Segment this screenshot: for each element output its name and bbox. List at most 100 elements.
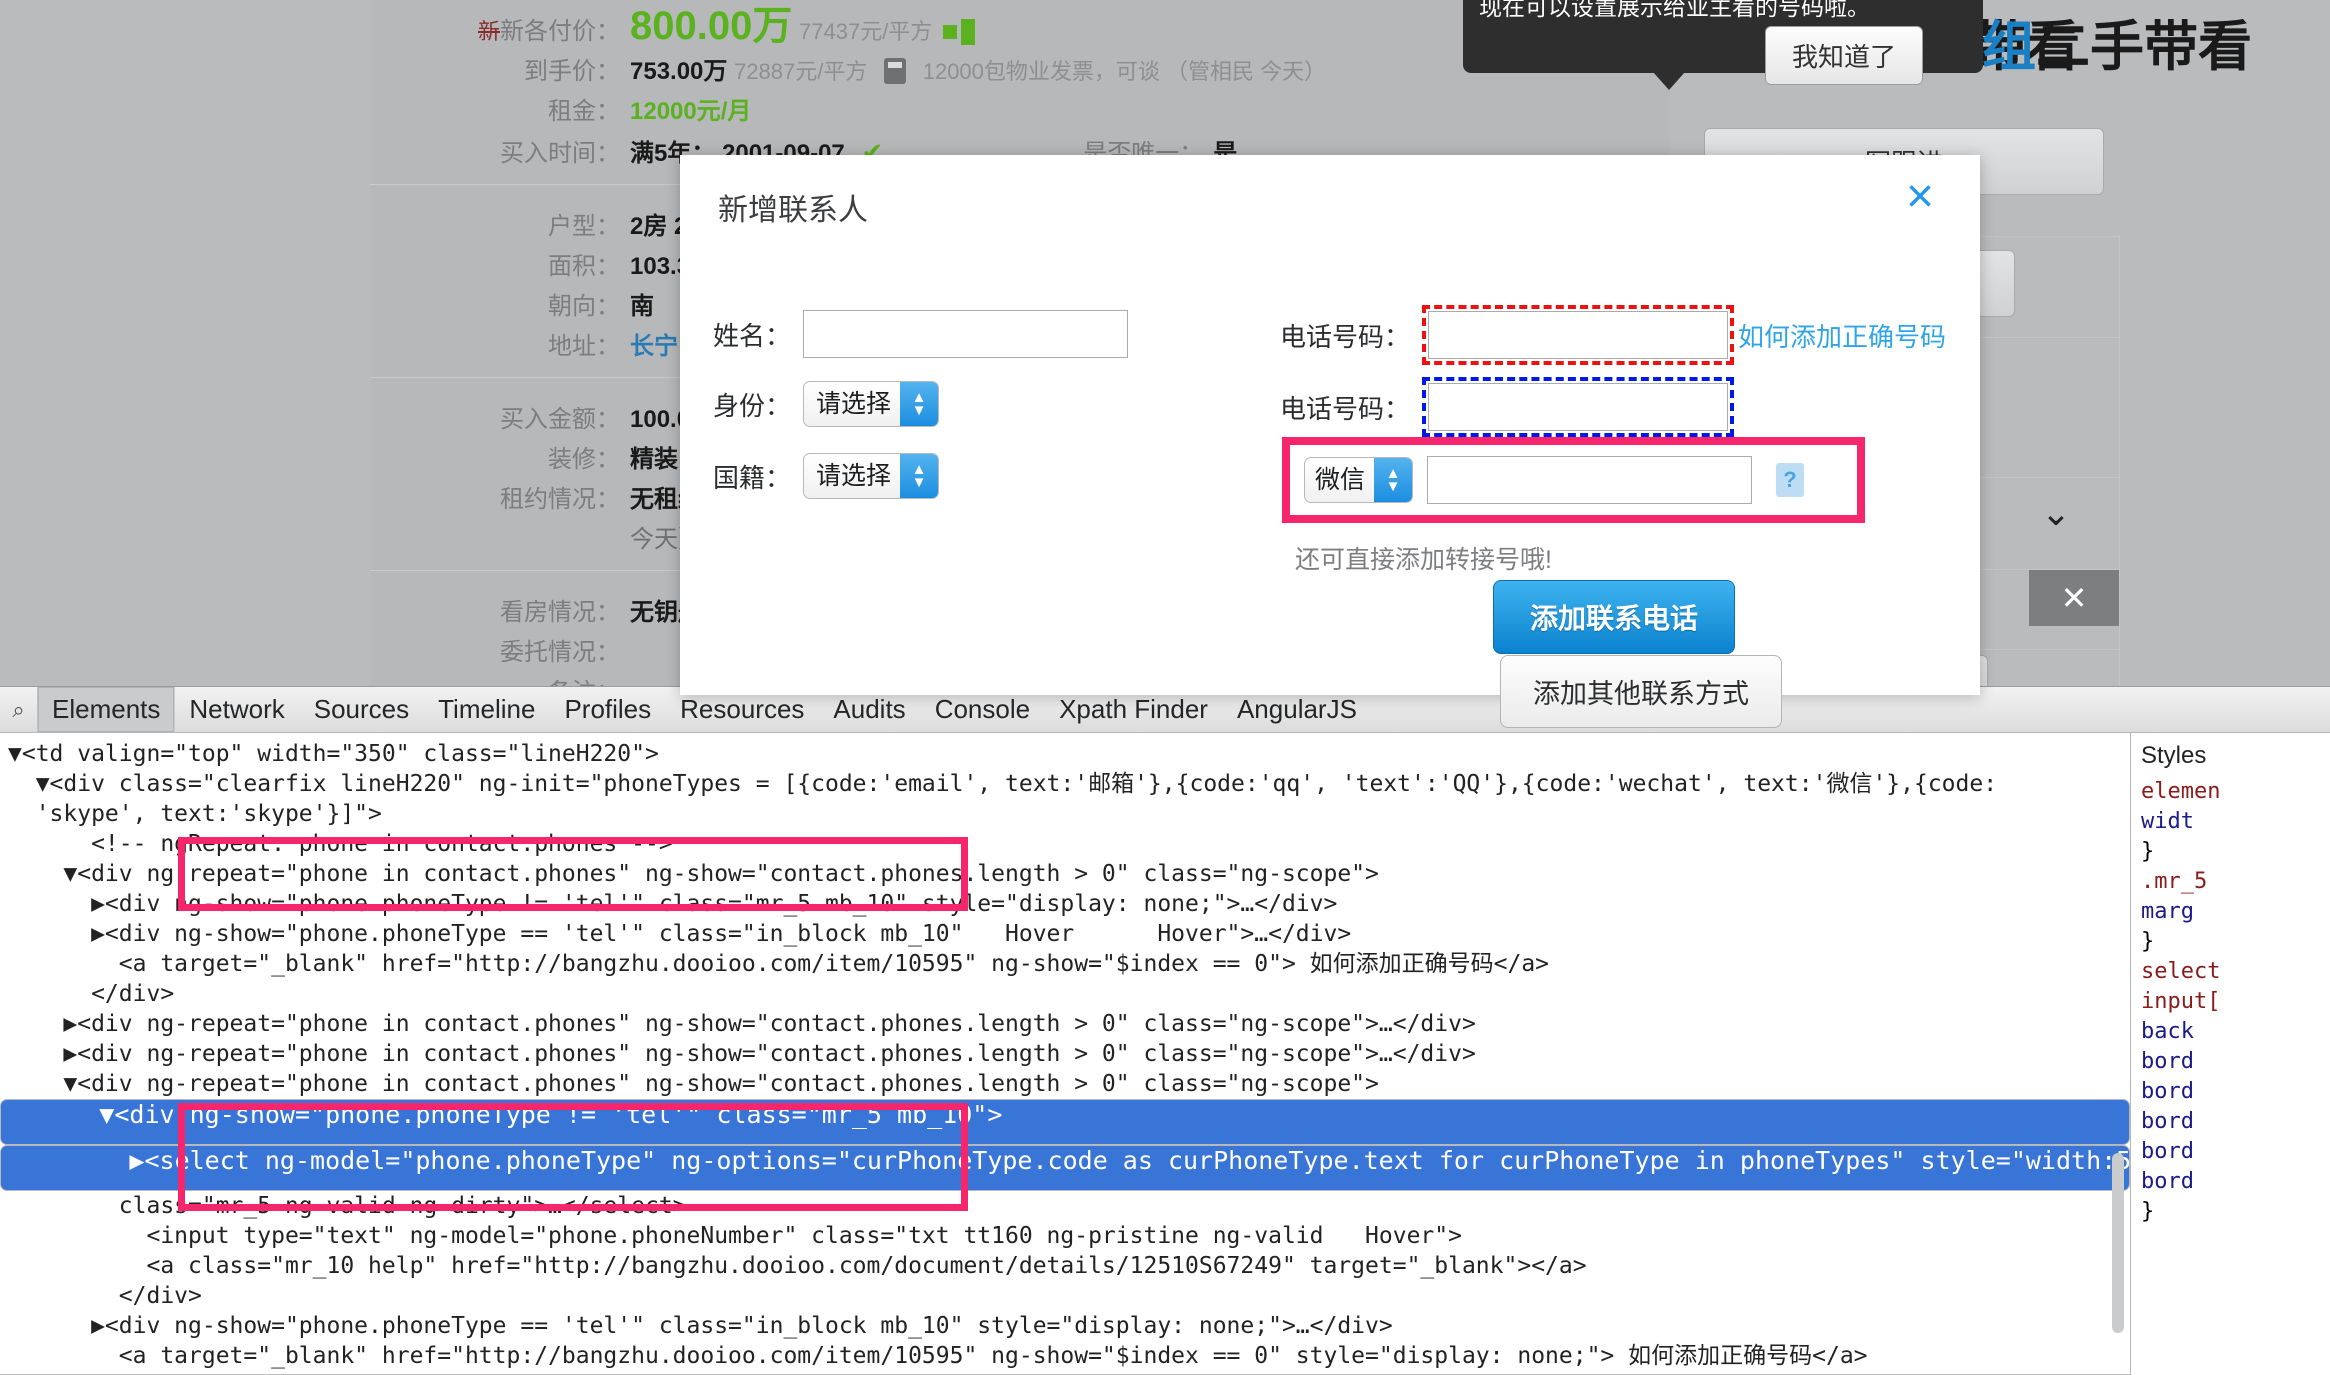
identity-select-wrap: 请选择 ▲ ▼ [803, 381, 940, 427]
blue-dashed-highlight [1422, 377, 1735, 437]
calculator-icon[interactable] [884, 58, 907, 84]
styles-rule-line: bord [2141, 1109, 2194, 1134]
styles-rule-line: } [2141, 839, 2155, 864]
dom-line[interactable]: <a target="_blank" href="http://bangzhu.… [0, 949, 2130, 979]
phone-label-2: 电话号码： [1280, 393, 1411, 424]
styles-rule-line: input[ [2141, 989, 2221, 1014]
row-label: 看房情况： [500, 599, 620, 626]
tab-profiles[interactable]: Profiles [550, 687, 666, 732]
value-text: 800.00万 [630, 4, 793, 48]
nationality-field-row: 国籍： 请选择 ▲ ▼ [713, 453, 940, 499]
dom-line[interactable]: ▼<div ng-repeat="phone in contact.phones… [0, 1069, 2130, 1099]
phone-input-2[interactable] [1428, 383, 1729, 431]
styles-rules-list: elemen widt} .mr_5 marg} select input[ back… [2141, 777, 2320, 1227]
dom-line[interactable]: <!-- ngRepeat: phone in contact.phones -… [0, 829, 2130, 859]
dom-line[interactable]: ▼<td valign="top" width="350" class="lin… [0, 739, 2130, 769]
styles-panel: Styles elemen widt} .mr_5 marg} select inpu… [2130, 733, 2330, 1375]
left-rail [0, 0, 370, 700]
row-label: 地址： [548, 333, 620, 360]
add-other-contact-method-button[interactable]: 添加其他联系方式 [1500, 655, 1782, 728]
styles-rule-line: .mr_5 [2141, 869, 2208, 894]
unit-text: 77437元/平方 [799, 19, 933, 44]
styles-rule-line: bord [2141, 1169, 2194, 1194]
styles-rule-line: elemen [2141, 779, 2221, 804]
dom-tree[interactable]: ▼<td valign="top" width="350" class="lin… [0, 733, 2130, 1375]
dom-line[interactable]: ▼<div class="clearfix lineH220" ng-init=… [0, 769, 2130, 799]
phone-type-select-wrap: 微信 ▲ ▼ [1304, 457, 1413, 503]
dom-line[interactable]: </div> [0, 1371, 2130, 1375]
identity-field-row: 身份： 请选择 ▲ ▼ [713, 381, 940, 427]
row-label: 买入时间： [500, 140, 620, 167]
devtools-body: ▼<td valign="top" width="350" class="lin… [0, 733, 2330, 1375]
transfer-number-hint: 还可直接添加转接号哦! [1295, 546, 1552, 574]
help-question-icon[interactable]: ? [1776, 463, 1804, 497]
dom-line[interactable]: ▶<div ng-show="phone.phoneType != 'tel'"… [0, 889, 2130, 919]
phone-row-2: 电话号码： [1280, 377, 1735, 437]
row-value: 753.00万 72887元/平方 12000包物业发票，可谈 （管相民 今天） [630, 52, 1326, 92]
row-value: 12000元/月 [630, 98, 752, 125]
dom-line[interactable]: </div> [0, 1281, 2130, 1311]
note-text: 12000包物业发票，可谈 （管相民 今天） [922, 59, 1327, 84]
styles-rule-line: } [2141, 929, 2155, 954]
phone-row-1: 电话号码： 如何添加正确号码 [1280, 305, 1946, 365]
red-dashed-highlight [1422, 305, 1735, 365]
identity-label: 身份： [713, 390, 792, 421]
tab-elements[interactable]: Elements [38, 687, 176, 732]
row-label: 买入金额： [500, 406, 620, 433]
dom-line[interactable]: ▶<select ng-model="phone.phoneType" ng-o… [0, 1145, 2130, 1191]
inspect-element-icon[interactable]: ⌕ [0, 687, 38, 732]
dom-line[interactable]: <a target="_blank" href="http://bangzhu.… [0, 1341, 2130, 1371]
close-icon[interactable]: ✕ [2029, 570, 2119, 626]
dom-line[interactable]: ▶<div ng-show="phone.phoneType == 'tel'"… [0, 919, 2130, 949]
label-text: 新各付价： [500, 18, 620, 45]
row-value: 南 [630, 293, 654, 320]
row-label: 朝向： [548, 293, 620, 320]
unit-text: 72887元/平方 [734, 59, 868, 84]
dom-line[interactable]: 'skype', text:'skype'}]"> [0, 799, 2130, 829]
phone-label-1: 电话号码： [1280, 321, 1411, 352]
styles-rule-line: } [2141, 1199, 2155, 1224]
chevron-down-icon[interactable]: ⌄ [2041, 492, 2071, 534]
pink-highlight-box: 微信 ▲ ▼ ? [1282, 437, 1865, 523]
styles-panel-header: Styles [2141, 742, 2207, 769]
add-contact-phone-button[interactable]: 添加联系电话 [1493, 580, 1736, 654]
dom-line[interactable]: ▼<div ng-show="phone.phoneType != 'tel'"… [0, 1099, 2130, 1145]
dom-line[interactable]: ▶<div ng-repeat="phone in contact.phones… [0, 1009, 2130, 1039]
close-icon[interactable]: × [1906, 173, 1950, 221]
nationality-select-wrap: 请选择 ▲ ▼ [803, 453, 940, 499]
styles-rule-line: select [2141, 959, 2221, 984]
dom-line[interactable]: </div> [0, 979, 2130, 1009]
styles-rule-line: bord [2141, 1079, 2194, 1104]
styles-rule-line: widt [2141, 809, 2194, 834]
row-value: 精装 [630, 446, 678, 473]
row-label: 租金： [548, 98, 620, 125]
name-input[interactable] [803, 310, 1129, 358]
devtools-panel: ⌕ Elements Network Sources Timeline Prof… [0, 686, 2330, 1375]
phone-input-1[interactable] [1428, 311, 1729, 359]
dom-line[interactable]: class="mr_5 ng-valid ng-dirty">…</select… [0, 1191, 2130, 1221]
dom-line[interactable]: ▼<div ng-repeat="phone in contact.phones… [0, 859, 2130, 889]
phone-type-select[interactable]: 微信 [1304, 457, 1413, 503]
tab-network[interactable]: Network [175, 687, 299, 732]
tab-sources[interactable]: Sources [300, 687, 424, 732]
dom-tree-scrollbar[interactable] [2112, 1153, 2124, 1333]
wechat-input[interactable] [1427, 456, 1752, 504]
dom-line[interactable]: ▶<div ng-repeat="phone in contact.phones… [0, 1039, 2130, 1069]
how-to-add-number-link[interactable]: 如何添加正确号码 [1738, 317, 1946, 354]
row-label: 户型： [548, 213, 620, 240]
modal-title: 新增联系人 [718, 194, 868, 227]
dom-line[interactable]: <input type="text" ng-model="phone.phone… [0, 1221, 2130, 1251]
row-label: 到手价： [524, 58, 620, 85]
row-label: 租约情况： [500, 486, 620, 513]
row-value: 800.00万 77437元/平方 [630, 6, 975, 52]
badge-new: 新 [477, 19, 500, 44]
nationality-select[interactable]: 请选择 [803, 453, 940, 499]
styles-rule-line: marg [2141, 899, 2194, 924]
identity-select[interactable]: 请选择 [803, 381, 940, 427]
dom-line[interactable]: ▶<div ng-show="phone.phoneType == 'tel'"… [0, 1311, 2130, 1341]
name-field-row: 姓名： [713, 310, 1129, 358]
tab-timeline[interactable]: Timeline [424, 687, 550, 732]
name-label: 姓名： [713, 320, 792, 351]
row-label: 面积： [548, 253, 620, 280]
dom-line[interactable]: <a class="mr_10 help" href="http://bangz… [0, 1251, 2130, 1281]
